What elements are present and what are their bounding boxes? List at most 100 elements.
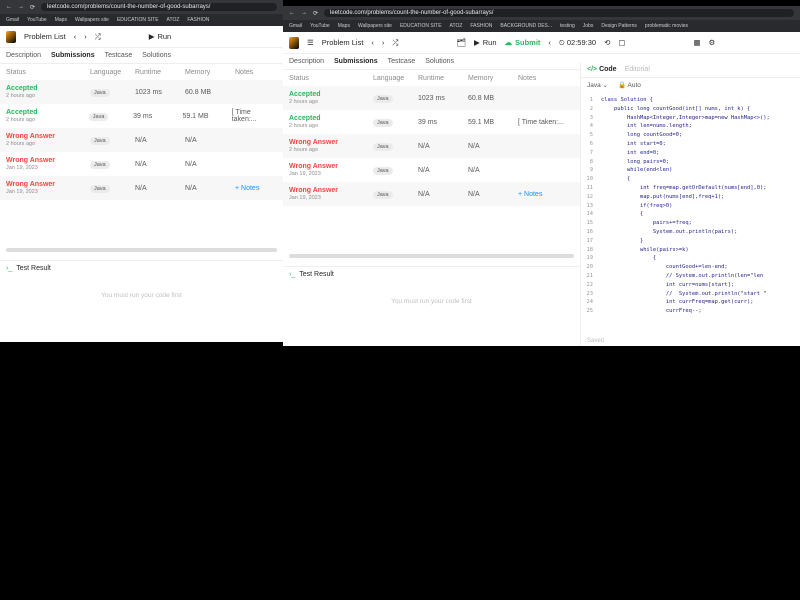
status-text[interactable]: Accepted bbox=[6, 85, 90, 92]
status-text[interactable]: Wrong Answer bbox=[6, 181, 90, 188]
auto-toggle[interactable]: 🔒 Auto bbox=[618, 81, 641, 89]
code-text[interactable]: System.out.println(pairs); bbox=[601, 228, 737, 237]
bookmark-item[interactable]: Jobs bbox=[583, 23, 594, 29]
tab-code[interactable]: </> Code bbox=[587, 66, 617, 73]
table-row[interactable]: Accepted 2 hours ago Java 1023 ms 60.8 MB bbox=[283, 86, 580, 110]
bookmark-item[interactable]: Maps bbox=[338, 23, 350, 29]
language-select[interactable]: Java ⌄ bbox=[587, 81, 608, 89]
chevron-left-icon[interactable]: ‹ bbox=[74, 32, 77, 41]
code-text[interactable]: pairs+=freq; bbox=[601, 219, 692, 228]
timer-display[interactable]: ⏲ 02:59:30 bbox=[559, 38, 596, 48]
tab-testcase[interactable]: Testcase bbox=[105, 52, 133, 59]
tab-solutions[interactable]: Solutions bbox=[142, 52, 171, 59]
code-line[interactable]: 23 // System.out.println("start " bbox=[581, 290, 800, 299]
code-line[interactable]: 8 long pairs=0; bbox=[581, 158, 800, 167]
test-result-header[interactable]: ›_ Test Result bbox=[283, 266, 580, 282]
bookmark-item[interactable]: Wallpapers site bbox=[75, 17, 109, 23]
notes-value[interactable]: [ Time taken:... bbox=[518, 119, 564, 126]
layout-icon[interactable]: ▦ bbox=[693, 38, 700, 47]
table-row[interactable]: Wrong Answer Jan 19, 2023 Java N/A N/A bbox=[0, 152, 283, 176]
bookmark-item[interactable]: FASHION bbox=[470, 23, 492, 29]
code-text[interactable]: int end=0; bbox=[601, 149, 659, 158]
code-line[interactable]: 17 } bbox=[581, 237, 800, 246]
table-row[interactable]: Wrong Answer 2 hours ago Java N/A N/A bbox=[283, 134, 580, 158]
notes-value[interactable]: [ Time taken:... bbox=[232, 109, 277, 123]
chevron-left-icon[interactable]: ‹ bbox=[371, 38, 374, 47]
code-text[interactable]: public long countGood(int[] nums, int k)… bbox=[601, 105, 750, 114]
bookmark-item[interactable]: YouTube bbox=[27, 17, 47, 23]
submit-button[interactable]: ☁ Submit bbox=[505, 38, 541, 47]
code-text[interactable]: int currFreq=map.get(curr); bbox=[601, 298, 754, 307]
tab-description[interactable]: Description bbox=[6, 52, 41, 59]
code-text[interactable]: countGood+=len-end; bbox=[601, 263, 728, 272]
back-icon[interactable]: ← bbox=[289, 10, 295, 16]
header-status[interactable]: Status bbox=[6, 69, 90, 76]
code-line[interactable]: 4 int len=nums.length; bbox=[581, 122, 800, 131]
tab-submissions[interactable]: Submissions bbox=[334, 58, 378, 65]
bookmark-item[interactable]: testing bbox=[560, 23, 575, 29]
code-text[interactable]: long pairs=0; bbox=[601, 158, 669, 167]
code-line[interactable]: 21 // System.out.println(len="len bbox=[581, 272, 800, 281]
code-line[interactable]: 11 int freq=map.getOrDefault(nums[end],0… bbox=[581, 184, 800, 193]
tab-submissions[interactable]: Submissions bbox=[51, 52, 95, 59]
code-line[interactable]: 24 int currFreq=map.get(curr); bbox=[581, 298, 800, 307]
status-text[interactable]: Wrong Answer bbox=[6, 133, 90, 140]
bookmark-item[interactable]: YouTube bbox=[310, 23, 330, 29]
code-line[interactable]: 6 int start=0; bbox=[581, 140, 800, 149]
status-text[interactable]: Wrong Answer bbox=[289, 139, 373, 146]
tab-description[interactable]: Description bbox=[289, 58, 324, 65]
header-language[interactable]: Language bbox=[90, 69, 135, 76]
add-notes-button[interactable]: + Notes bbox=[518, 191, 542, 198]
list-icon[interactable]: ☰ bbox=[307, 38, 314, 47]
add-notes-button[interactable]: + Notes bbox=[235, 185, 259, 192]
chevron-left-icon[interactable]: ‹ bbox=[548, 38, 551, 47]
code-line[interactable]: 22 int curr=nums[start]; bbox=[581, 281, 800, 290]
status-text[interactable]: Wrong Answer bbox=[6, 157, 90, 164]
code-text[interactable]: } bbox=[601, 237, 643, 246]
code-text[interactable]: long countGood=0; bbox=[601, 131, 682, 140]
address-bar[interactable]: ← → ⟳ leetcode.com/problems/count-the-nu… bbox=[283, 6, 800, 20]
bookmark-item[interactable]: EDUCATION SITE bbox=[400, 23, 442, 29]
code-line[interactable]: 20 countGood+=len-end; bbox=[581, 263, 800, 272]
chevron-right-icon[interactable]: › bbox=[84, 32, 87, 41]
url-field[interactable]: leetcode.com/problems/count-the-number-o… bbox=[41, 3, 277, 11]
forward-icon[interactable]: → bbox=[18, 4, 24, 10]
reload-icon[interactable]: ⟳ bbox=[30, 4, 35, 11]
reload-icon[interactable]: ⟳ bbox=[313, 10, 318, 17]
leetcode-logo-icon[interactable] bbox=[6, 30, 16, 43]
header-status[interactable]: Status bbox=[289, 75, 373, 82]
tab-testcase[interactable]: Testcase bbox=[388, 58, 416, 65]
code-text[interactable]: // System.out.println(len="len bbox=[601, 272, 763, 281]
code-line[interactable]: 7 int end=0; bbox=[581, 149, 800, 158]
refresh-icon[interactable]: ⟲ bbox=[604, 38, 610, 47]
header-language[interactable]: Language bbox=[373, 75, 418, 82]
code-text[interactable]: { bbox=[601, 210, 643, 219]
code-line[interactable]: 9 while(end<len) bbox=[581, 166, 800, 175]
code-line[interactable]: 14 { bbox=[581, 210, 800, 219]
note-icon[interactable]: ▢ bbox=[618, 38, 625, 47]
table-row[interactable]: Accepted 2 hours ago Java 1023 ms 60.8 MB bbox=[0, 80, 283, 104]
code-text[interactable]: int freq=map.getOrDefault(nums[end],0); bbox=[601, 184, 767, 193]
status-text[interactable]: Wrong Answer bbox=[289, 187, 373, 194]
run-button[interactable]: ▶ Run bbox=[474, 38, 497, 47]
settings-gear-icon[interactable]: ⚙ bbox=[709, 38, 716, 47]
code-line[interactable]: 19 { bbox=[581, 254, 800, 263]
code-line[interactable]: 3 HashMap<Integer,Integer>map=new HashMa… bbox=[581, 114, 800, 123]
leetcode-logo-icon[interactable] bbox=[289, 36, 299, 49]
code-text[interactable]: currFreq--; bbox=[601, 307, 702, 316]
code-text[interactable]: if(freq>0) bbox=[601, 202, 672, 211]
shuffle-icon[interactable]: ⤮ bbox=[392, 38, 398, 48]
bookmark-item[interactable]: Gmail bbox=[289, 23, 302, 29]
code-area[interactable]: 1 class Solution {2 public long countGood… bbox=[581, 92, 800, 316]
code-line[interactable]: 10 { bbox=[581, 175, 800, 184]
horizontal-scrollbar[interactable] bbox=[6, 248, 277, 252]
premium-icon[interactable]: 🗂 bbox=[456, 38, 466, 47]
code-line[interactable]: 5 long countGood=0; bbox=[581, 131, 800, 140]
status-text[interactable]: Accepted bbox=[6, 109, 89, 116]
code-text[interactable]: int curr=nums[start]; bbox=[601, 281, 734, 290]
bookmark-item[interactable]: FASHION bbox=[187, 17, 209, 23]
tab-editorial[interactable]: Editorial bbox=[625, 66, 650, 73]
bookmark-item[interactable]: Gmail bbox=[6, 17, 19, 23]
code-text[interactable]: class Solution { bbox=[601, 96, 653, 105]
bookmark-item[interactable]: Design Patterns bbox=[601, 23, 637, 29]
